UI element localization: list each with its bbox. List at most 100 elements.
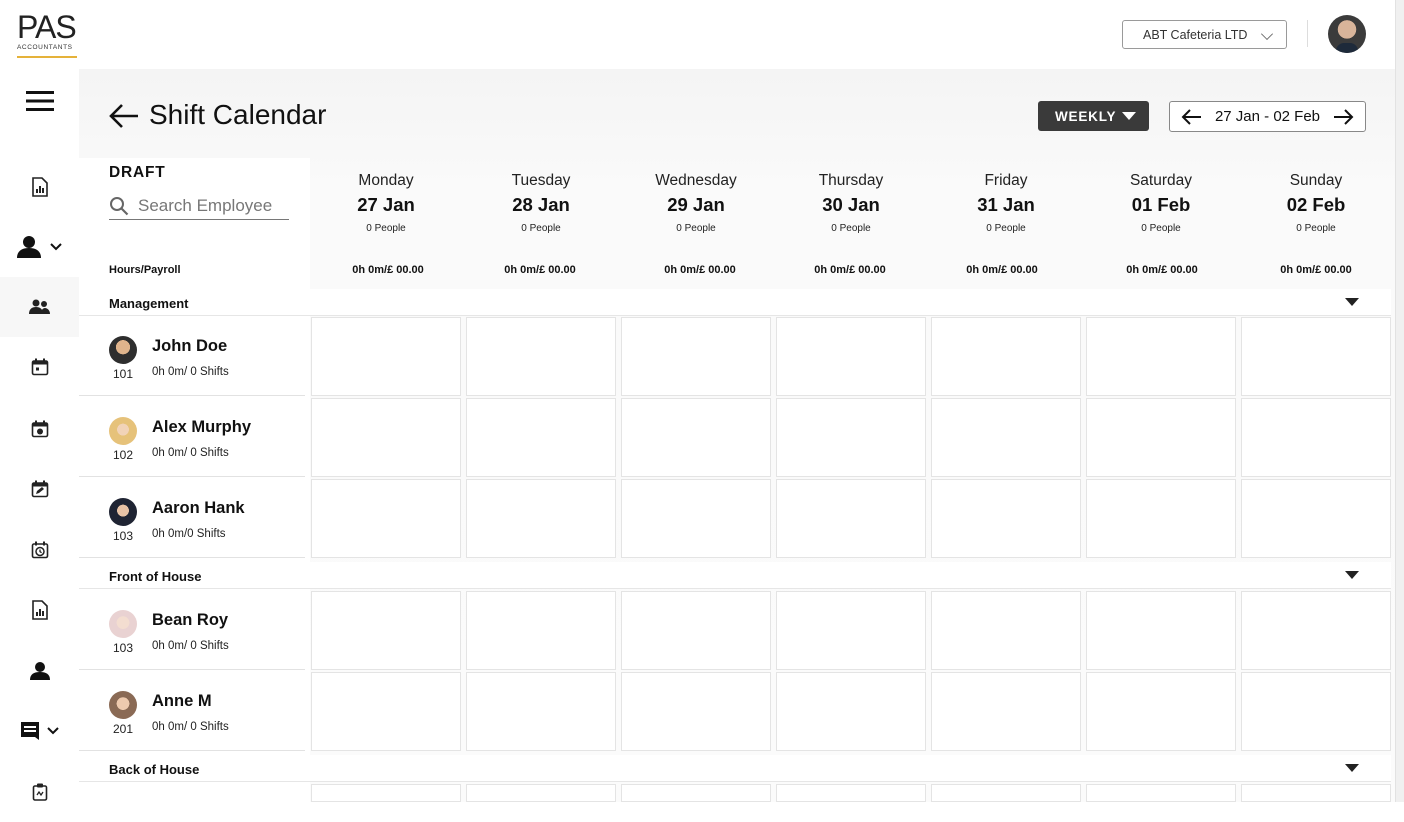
sidebar-item-billing[interactable] — [0, 701, 79, 761]
scrollbar[interactable] — [1395, 0, 1404, 802]
sidebar-item-calendar[interactable] — [0, 337, 79, 397]
prev-week-arrow-icon[interactable] — [1180, 108, 1202, 126]
user-icon — [16, 236, 41, 258]
day-people-count: 0 People — [366, 223, 406, 234]
employee-row[interactable]: 102 Alex Murphy 0h 0m/ 0 Shifts — [79, 398, 305, 477]
company-select-label: ABT Cafeteria LTD — [1143, 27, 1248, 42]
view-mode-dropdown[interactable]: WEEKLY — [1038, 101, 1149, 131]
sidebar-item-payroll-report[interactable] — [0, 580, 79, 640]
employee-avatar — [109, 498, 137, 526]
chevron-down-icon — [1260, 27, 1274, 41]
shift-cell[interactable] — [776, 784, 926, 802]
shift-cell[interactable] — [1241, 672, 1391, 751]
company-logo[interactable]: PAS ACCOUNTANTS — [17, 11, 79, 58]
day-date: 27 Jan — [357, 194, 415, 215]
group-header-back-of-house[interactable]: Back of House — [79, 755, 1391, 782]
employee-row[interactable]: 201 Anne M 0h 0m/ 0 Shifts — [79, 672, 305, 751]
shift-cell[interactable] — [466, 479, 616, 558]
shift-cell[interactable] — [311, 398, 461, 477]
sidebar-item-team[interactable] — [0, 277, 79, 337]
shift-cell[interactable] — [931, 672, 1081, 751]
shift-cell[interactable] — [931, 784, 1081, 802]
day-date: 30 Jan — [822, 194, 880, 215]
shift-cell[interactable] — [1086, 317, 1236, 396]
shift-cell[interactable] — [1086, 591, 1236, 670]
shift-cell[interactable] — [621, 672, 771, 751]
receipt-icon — [20, 722, 39, 740]
day-name: Friday — [984, 172, 1028, 189]
shift-cell[interactable] — [1241, 398, 1391, 477]
caret-down-icon[interactable] — [1345, 764, 1359, 772]
employee-name: Alex Murphy — [152, 418, 252, 436]
user-avatar[interactable] — [1328, 15, 1366, 53]
employee-row[interactable]: 103 Bean Roy 0h 0m/ 0 Shifts — [79, 591, 305, 670]
employee-row[interactable]: 103 Aaron Hank 0h 0m/0 Shifts — [79, 479, 305, 558]
team-icon — [28, 299, 50, 314]
shift-cell[interactable] — [311, 591, 461, 670]
employee-row[interactable]: 101 John Doe 0h 0m/ 0 Shifts — [79, 317, 305, 396]
shift-cell[interactable] — [776, 672, 926, 751]
sidebar-menu-button[interactable] — [0, 71, 79, 131]
shift-cell[interactable] — [466, 784, 616, 802]
next-week-arrow-icon[interactable] — [1333, 108, 1355, 126]
caret-down-icon[interactable] — [1345, 571, 1359, 579]
sidebar-item-calendar-approved[interactable] — [0, 399, 79, 459]
shift-cell[interactable] — [466, 317, 616, 396]
shift-cell[interactable] — [466, 398, 616, 477]
shift-cell[interactable] — [466, 591, 616, 670]
employee-id: 201 — [112, 722, 134, 736]
shift-cell[interactable] — [466, 672, 616, 751]
day-date: 01 Feb — [1131, 194, 1191, 215]
shift-cell[interactable] — [621, 479, 771, 558]
shift-cell[interactable] — [931, 398, 1081, 477]
shift-cell[interactable] — [311, 317, 461, 396]
shift-cell[interactable] — [621, 398, 771, 477]
shift-cell[interactable] — [776, 317, 926, 396]
shift-cell[interactable] — [1241, 317, 1391, 396]
sidebar-item-people[interactable] — [0, 217, 79, 277]
shift-cell[interactable] — [1086, 672, 1236, 751]
search-input[interactable] — [109, 196, 289, 216]
group-header-front-of-house[interactable]: Front of House — [79, 562, 1391, 589]
hours-payroll-value: 0h 0m/£ 00.00 — [1126, 264, 1198, 276]
search-icon — [110, 197, 129, 216]
shift-cell[interactable] — [776, 479, 926, 558]
group-header-management[interactable]: Management — [79, 289, 1391, 316]
shift-cell[interactable] — [1086, 479, 1236, 558]
shift-cell[interactable] — [621, 591, 771, 670]
company-select[interactable]: ABT Cafeteria LTD — [1122, 20, 1287, 49]
caret-down-icon[interactable] — [1345, 298, 1359, 306]
logo-accent-bar — [17, 56, 77, 58]
shift-cell[interactable] — [621, 317, 771, 396]
shift-cell[interactable] — [931, 479, 1081, 558]
day-name: Sunday — [1289, 172, 1343, 189]
menu-icon — [25, 91, 54, 111]
day-name: Saturday — [1129, 172, 1193, 189]
date-range-navigator: 27 Jan - 02 Feb — [1169, 101, 1366, 132]
sidebar-item-timesheet[interactable] — [0, 520, 79, 580]
shift-cell[interactable] — [1241, 784, 1391, 802]
back-arrow-icon[interactable] — [108, 102, 140, 130]
shift-cell[interactable] — [1241, 591, 1391, 670]
hours-payroll-value: 0h 0m/£ 00.00 — [352, 264, 424, 276]
logo-subtext: ACCOUNTANTS — [17, 44, 73, 51]
sidebar-item-profile[interactable] — [0, 641, 79, 701]
group-label: Back of House — [109, 762, 200, 777]
shift-cell[interactable] — [621, 784, 771, 802]
employee-shift-summary: 0h 0m/ 0 Shifts — [152, 721, 229, 733]
shift-cell[interactable] — [1241, 479, 1391, 558]
shift-cell[interactable] — [931, 591, 1081, 670]
shift-cell[interactable] — [311, 784, 461, 802]
shift-cell[interactable] — [776, 398, 926, 477]
chevron-down-icon — [49, 243, 62, 251]
shift-cell[interactable] — [776, 591, 926, 670]
sidebar-item-calendar-edit[interactable] — [0, 459, 79, 519]
sidebar-item-reports[interactable] — [0, 157, 79, 217]
employee-avatar — [109, 610, 137, 638]
sidebar-item-tasks[interactable] — [0, 762, 79, 822]
shift-cell[interactable] — [1086, 784, 1236, 802]
shift-cell[interactable] — [931, 317, 1081, 396]
shift-cell[interactable] — [311, 672, 461, 751]
shift-cell[interactable] — [311, 479, 461, 558]
shift-cell[interactable] — [1086, 398, 1236, 477]
